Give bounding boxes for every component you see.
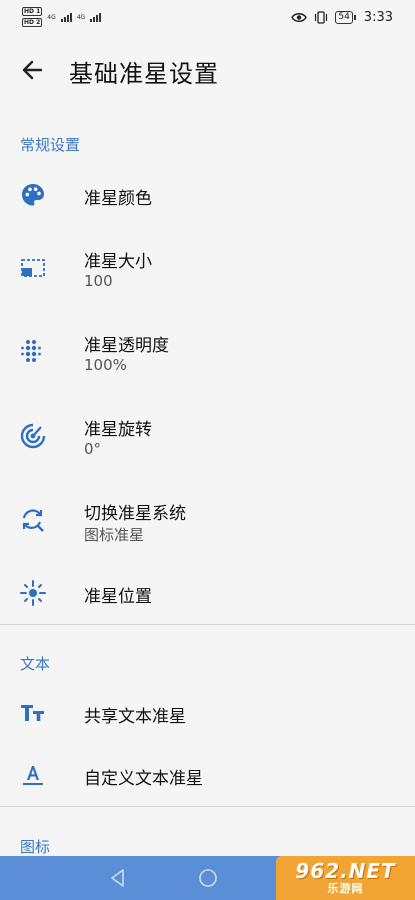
divider [0, 806, 415, 807]
switch-icon [22, 509, 44, 532]
setting-title: 共享文本准星 [84, 707, 186, 727]
sim2-network: 4G [76, 13, 86, 21]
setting-crosshair-position[interactable]: 准星位置 [0, 568, 415, 618]
watermark-bottom: 乐游网 [327, 882, 364, 895]
setting-crosshair-rotation[interactable]: 准星旋转 0° [0, 404, 415, 468]
nav-back-icon[interactable] [106, 866, 130, 890]
setting-crosshair-size[interactable]: 准星大小 100 [0, 236, 415, 300]
setting-crosshair-system[interactable]: 切换准星系统 图标准星 [0, 488, 415, 552]
setting-title: 准星大小 [84, 252, 152, 272]
signal-area: HD 1 HD 2 4G 4G [22, 7, 102, 27]
sim1-network: 4G [47, 13, 56, 21]
setting-title: 准星旋转 [84, 420, 152, 440]
setting-custom-text-crosshair[interactable]: 自定义文本准星 [0, 750, 415, 800]
clock: 3:33 [363, 9, 393, 25]
signal-bars-2-icon [90, 12, 102, 22]
watermark-top: 962.NET [295, 859, 396, 883]
setting-crosshair-color[interactable]: 准星颜色 [0, 170, 415, 220]
section-header-icon: 图标 [20, 838, 51, 856]
setting-value: 100 [84, 272, 113, 290]
app-bar: 基础准星设置 [0, 46, 415, 94]
setting-crosshair-opacity[interactable]: 准星透明度 100% [0, 320, 415, 384]
battery-indicator: 54 [335, 10, 357, 24]
sim-indicators: HD 1 HD 2 [22, 7, 43, 27]
setting-title: 自定义文本准星 [84, 769, 203, 789]
setting-value: 0° [84, 440, 102, 458]
status-bar: HD 1 HD 2 4G 4G 54 3:33 [0, 0, 415, 34]
section-header-general: 常规设置 [20, 136, 81, 154]
setting-title: 准星透明度 [84, 336, 169, 356]
sim2-label: HD 2 [22, 18, 43, 27]
setting-title: 切换准星系统 [84, 504, 186, 524]
vibrate-icon [315, 10, 328, 24]
rotate-icon [20, 423, 46, 449]
back-arrow-icon[interactable] [19, 56, 47, 84]
signal-bars-1-icon [60, 12, 72, 22]
position-icon [20, 580, 46, 606]
setting-shared-text-crosshair[interactable]: 共享文本准星 [0, 688, 415, 738]
setting-title: 准星颜色 [84, 189, 152, 209]
status-right: 54 3:33 [291, 10, 393, 25]
resize-icon [21, 259, 45, 277]
section-header-text: 文本 [20, 655, 51, 673]
setting-value: 100% [84, 356, 127, 374]
divider [0, 624, 415, 625]
text-format-icon [23, 766, 43, 785]
text-size-icon [21, 705, 44, 721]
sim1-label: HD 1 [22, 7, 43, 16]
setting-value: 图标准星 [84, 526, 145, 544]
eye-icon [291, 12, 308, 22]
setting-title: 准星位置 [84, 587, 152, 607]
page-title: 基础准星设置 [69, 60, 219, 88]
nav-home-icon[interactable] [196, 866, 220, 890]
palette-icon [22, 184, 44, 206]
dots-grid-icon [21, 340, 41, 362]
watermark-logo: 962.NET 乐游网 [276, 856, 415, 900]
